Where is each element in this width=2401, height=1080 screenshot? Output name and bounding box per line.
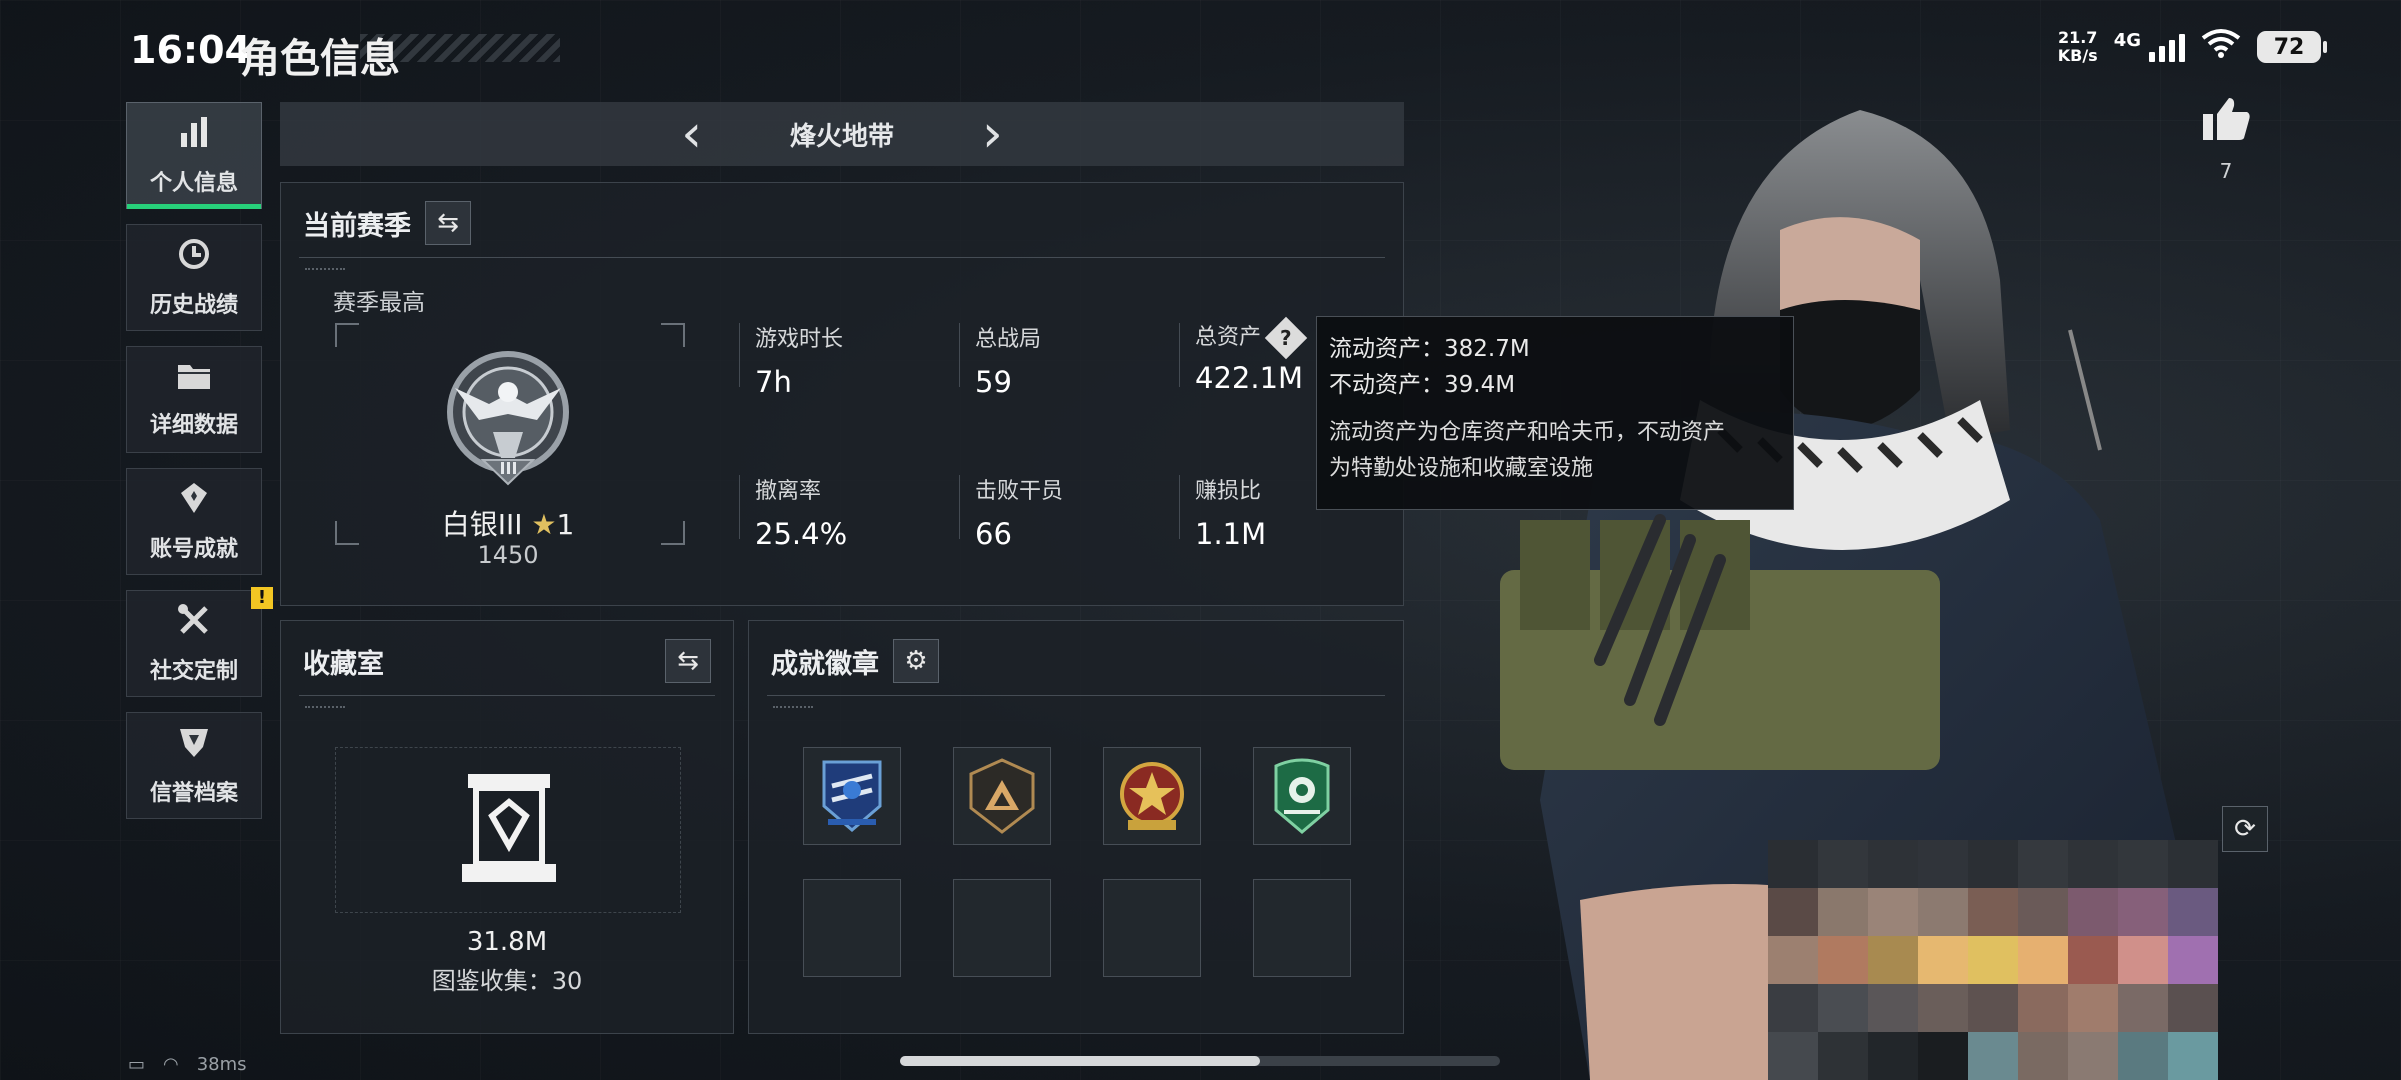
sidebar-item-label: 账号成就 bbox=[149, 536, 238, 562]
scroll-indicator[interactable] bbox=[900, 1056, 1500, 1066]
sidebar-item-social-custom[interactable]: ! 社交定制 bbox=[126, 587, 273, 697]
thumbs-up-icon[interactable] bbox=[2196, 96, 2256, 153]
battery-small-icon: ▭ bbox=[128, 1054, 146, 1075]
sidebar-item-label: 社交定制 bbox=[149, 658, 238, 684]
prev-mode-button[interactable]: ‹ bbox=[641, 108, 742, 160]
sidebar: 个人信息 历史战绩 详细数据 账号成就 ! 社交定制 信誉档案 bbox=[126, 102, 273, 834]
badge-slot[interactable] bbox=[803, 747, 901, 845]
badges-title: 成就徽章 bbox=[771, 648, 879, 680]
wrench-screwdriver-icon bbox=[177, 603, 211, 643]
badge-slot-empty[interactable] bbox=[1253, 879, 1351, 977]
stat-total-assets: 总资产? 422.1M bbox=[1195, 316, 1308, 395]
badge-slot-empty[interactable] bbox=[953, 879, 1051, 977]
connection-status: ▭ ◠ 38ms bbox=[128, 1054, 247, 1075]
sidebar-item-detailed-data[interactable]: 详细数据 bbox=[126, 346, 262, 453]
like-area: 7 bbox=[2196, 96, 2256, 183]
help-icon[interactable]: ? bbox=[1264, 316, 1308, 360]
collection-display[interactable] bbox=[335, 747, 681, 913]
rank-name: 白银III ★1 bbox=[441, 508, 575, 541]
sidebar-item-label: 个人信息 bbox=[149, 170, 238, 196]
sidebar-item-personal-info[interactable]: 个人信息 bbox=[126, 102, 262, 209]
pixelated-overlay bbox=[1768, 840, 2218, 1080]
status-time: 16:04 bbox=[130, 28, 251, 72]
season-title: 当前赛季 bbox=[303, 210, 411, 242]
badges-panel: 成就徽章 ⚙ bbox=[748, 620, 1404, 1034]
page-title: 角色信息 bbox=[240, 36, 400, 82]
sidebar-item-label: 信誉档案 bbox=[149, 780, 238, 806]
swap-icon: ⇆ bbox=[437, 208, 459, 238]
sidebar-item-reputation[interactable]: 信誉档案 bbox=[126, 712, 262, 819]
status-indicators: 21.7 KB/s 4G 72 bbox=[2057, 28, 2327, 66]
stat-extraction-rate: 撤离率 25.4% bbox=[755, 479, 848, 551]
divider-dots bbox=[305, 706, 345, 712]
sidebar-item-label: 详细数据 bbox=[149, 412, 238, 438]
badge-slot[interactable] bbox=[953, 747, 1051, 845]
stat-operators-defeated: 击败干员 66 bbox=[975, 479, 1064, 551]
divider bbox=[767, 695, 1385, 696]
battery-icon: 72 bbox=[2257, 31, 2327, 63]
gear-icon: ⚙ bbox=[904, 646, 928, 676]
divider bbox=[299, 695, 715, 696]
badge-bronze-triangle-icon bbox=[969, 758, 1035, 834]
badge-red-star-icon bbox=[1120, 762, 1184, 830]
shield-emblem-icon bbox=[177, 725, 211, 765]
sidebar-item-label: 历史战绩 bbox=[149, 292, 238, 318]
season-panel: 当前赛季 ⇆ 赛季最高 白银III ★1 1450 游戏时长 7h 总战局 59 bbox=[280, 182, 1404, 606]
network-type: 4G bbox=[2113, 29, 2141, 51]
mode-nav-bar: ‹ 烽火地带 › bbox=[280, 102, 1404, 166]
rank-emblem-icon bbox=[441, 348, 575, 492]
bar-chart-icon bbox=[177, 115, 211, 155]
collection-title: 收藏室 bbox=[303, 648, 384, 680]
warning-badge: ! bbox=[251, 587, 273, 609]
history-clock-icon bbox=[177, 237, 211, 277]
season-subtitle: 赛季最高 bbox=[333, 290, 425, 316]
collection-panel: 收藏室 ⇆ 31.8M 图鉴收集：30 bbox=[280, 620, 734, 1034]
folder-icon bbox=[176, 361, 212, 397]
star-icon: ★ bbox=[531, 508, 557, 541]
divider bbox=[299, 257, 1385, 258]
mode-title: 烽火地带 bbox=[789, 121, 894, 152]
assets-note-2: 为特勤处设施和收藏室设施 bbox=[1329, 456, 1594, 481]
rotate-model-button[interactable]: ⟳ bbox=[2222, 806, 2268, 852]
swap-season-button[interactable]: ⇆ bbox=[425, 201, 471, 245]
badge-slot[interactable] bbox=[1253, 747, 1351, 845]
sidebar-item-history[interactable]: 历史战绩 bbox=[126, 224, 262, 331]
badge-slot[interactable] bbox=[1103, 747, 1201, 845]
collection-count: 图鉴收集：30 bbox=[431, 967, 583, 995]
sidebar-item-achievements[interactable]: 账号成就 bbox=[126, 468, 262, 575]
swap-collection-button[interactable]: ⇆ bbox=[665, 639, 711, 683]
display-case-icon bbox=[462, 772, 556, 888]
divider-dots bbox=[305, 268, 345, 274]
assets-note-1: 流动资产为仓库资产和哈夫币，不动资产 bbox=[1329, 420, 1726, 445]
stat-play-time: 游戏时长 7h bbox=[755, 327, 844, 399]
assets-tooltip: 流动资产：382.7M 不动资产：39.4M 流动资产为仓库资产和哈夫币，不动资… bbox=[1316, 316, 1794, 510]
wifi-small-icon: ◠ bbox=[163, 1054, 179, 1075]
badge-slot-empty[interactable] bbox=[803, 879, 901, 977]
swap-icon: ⇆ bbox=[677, 646, 699, 676]
stat-profit-loss: 赚损比 1.1M bbox=[1195, 479, 1267, 551]
achievement-medal-icon bbox=[177, 481, 211, 521]
like-count: 7 bbox=[2219, 159, 2233, 183]
signal-icon bbox=[2149, 32, 2185, 62]
wifi-icon bbox=[2201, 28, 2241, 66]
rank-points: 1450 bbox=[477, 541, 539, 569]
divider-dots bbox=[773, 706, 813, 712]
stat-total-matches: 总战局 59 bbox=[975, 327, 1042, 399]
ping-value: 38ms bbox=[196, 1054, 247, 1075]
liquid-assets: 流动资产：382.7M bbox=[1329, 336, 1530, 362]
network-speed: 21.7 KB/s bbox=[2057, 28, 2098, 65]
badge-green-shield-icon bbox=[1274, 758, 1330, 834]
badge-settings-button[interactable]: ⚙ bbox=[893, 639, 939, 683]
fixed-assets: 不动资产：39.4M bbox=[1329, 372, 1516, 398]
badge-blue-wings-icon bbox=[822, 760, 882, 832]
badge-slot-empty[interactable] bbox=[1103, 879, 1201, 977]
next-mode-button[interactable]: › bbox=[942, 108, 1043, 160]
collection-value: 31.8M bbox=[466, 927, 548, 957]
rotate-icon: ⟳ bbox=[2234, 814, 2256, 844]
